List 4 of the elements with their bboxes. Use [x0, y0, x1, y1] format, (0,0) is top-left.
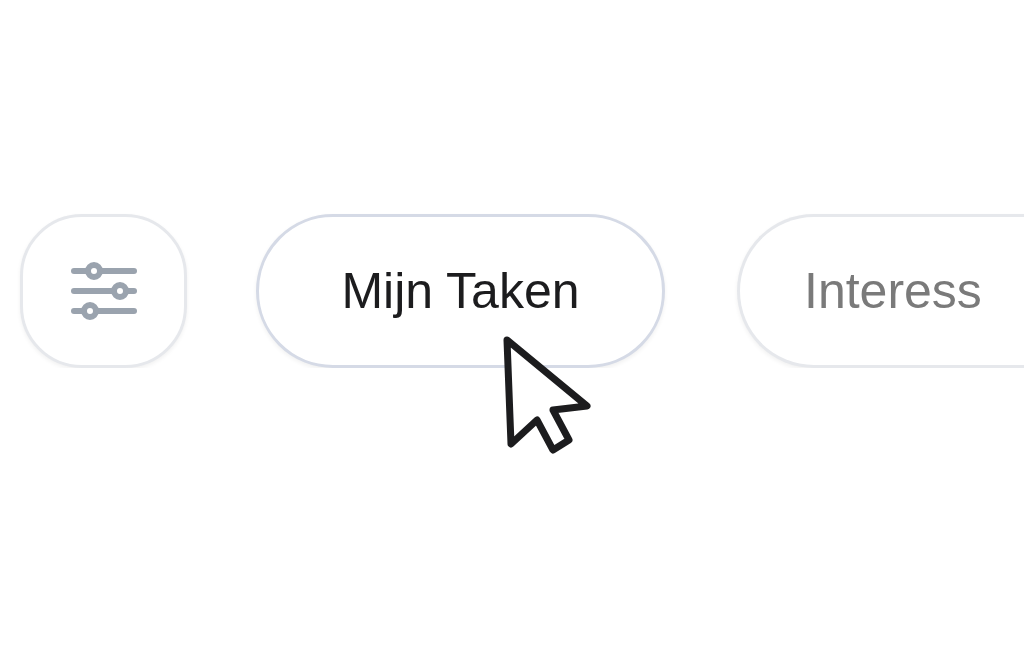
- tab[interactable]: Interess: [737, 214, 1024, 368]
- filter-button[interactable]: [20, 214, 187, 368]
- tab[interactable]: Mijn Taken: [256, 214, 665, 368]
- sliders-icon: [69, 261, 138, 321]
